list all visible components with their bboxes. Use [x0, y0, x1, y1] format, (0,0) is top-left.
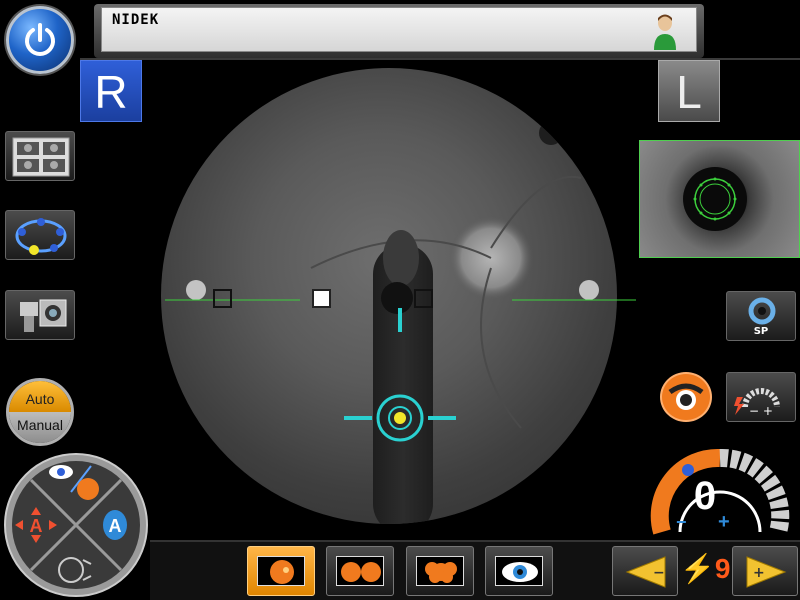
anterior-eye-icon: [502, 562, 538, 582]
small-pupil-icon: [748, 297, 776, 325]
joystick-left-label: A: [30, 516, 43, 536]
fixation-mosaic-icon: [15, 218, 67, 255]
flash-level-value: 9: [714, 553, 731, 584]
svg-text:+: +: [753, 565, 765, 581]
right-split-mark: [414, 289, 433, 308]
fixation-spot: [381, 282, 413, 314]
mode-color-fundus-thumb: [257, 556, 305, 586]
small-pupil-label: SP: [753, 326, 769, 337]
flash-bolt-icon: ⚡: [680, 553, 715, 584]
flash-gauge-icon: − +: [734, 388, 780, 418]
mode-stereo-button[interactable]: [326, 546, 394, 596]
diopter-gauge[interactable]: − +: [640, 432, 800, 542]
camera-icon: [20, 299, 67, 332]
mode-stereo-thumb: [336, 556, 384, 586]
mode-color-fundus-button[interactable]: [247, 546, 315, 596]
flash-decrease-button[interactable]: −: [612, 546, 678, 596]
eyelid-button[interactable]: [660, 372, 712, 422]
fundus-single-icon: [270, 560, 294, 584]
mosaic-button[interactable]: [5, 210, 75, 260]
svg-text:− +: − +: [749, 404, 773, 418]
mode-panorama-thumb: [416, 556, 464, 586]
mode-anterior-button[interactable]: [485, 546, 553, 596]
flash-level: ⚡9: [680, 552, 730, 585]
auto-mode-option[interactable]: Auto: [9, 381, 71, 412]
gallery-icon: [12, 137, 70, 177]
anterior-eye-view[interactable]: [639, 140, 800, 258]
diopter-value: 0: [693, 474, 717, 518]
fundus-stereo-icon: [341, 562, 381, 582]
joystick-pad[interactable]: A A: [3, 452, 149, 598]
left-split-mark: [213, 289, 232, 308]
auto-manual-toggle[interactable]: Auto Manual: [6, 378, 74, 446]
fundus-panorama-icon: [425, 562, 457, 583]
thumbnail-gallery-button[interactable]: [5, 131, 75, 181]
split-focus-mark: [312, 289, 331, 308]
auto-align-icon[interactable]: A: [103, 510, 127, 540]
svg-text:−: −: [653, 565, 665, 581]
arrow-right-icon: +: [746, 556, 787, 588]
diopter-minus-button[interactable]: −: [676, 512, 687, 532]
mode-anterior-thumb: [495, 556, 543, 586]
arrow-left-icon: −: [625, 556, 666, 588]
manual-mode-option[interactable]: Manual: [9, 412, 71, 443]
flash-increase-button[interactable]: +: [732, 546, 798, 596]
small-pupil-button[interactable]: SP: [726, 291, 796, 341]
joystick-right-label: A: [109, 516, 122, 536]
mode-panorama-button[interactable]: [406, 546, 474, 596]
pupil-alignment: [683, 167, 747, 231]
flash-intensity-button[interactable]: − +: [726, 372, 796, 422]
eyelid-icon: [668, 383, 704, 410]
alignment-target-icon: [344, 394, 456, 442]
camera-settings-button[interactable]: [5, 290, 75, 340]
